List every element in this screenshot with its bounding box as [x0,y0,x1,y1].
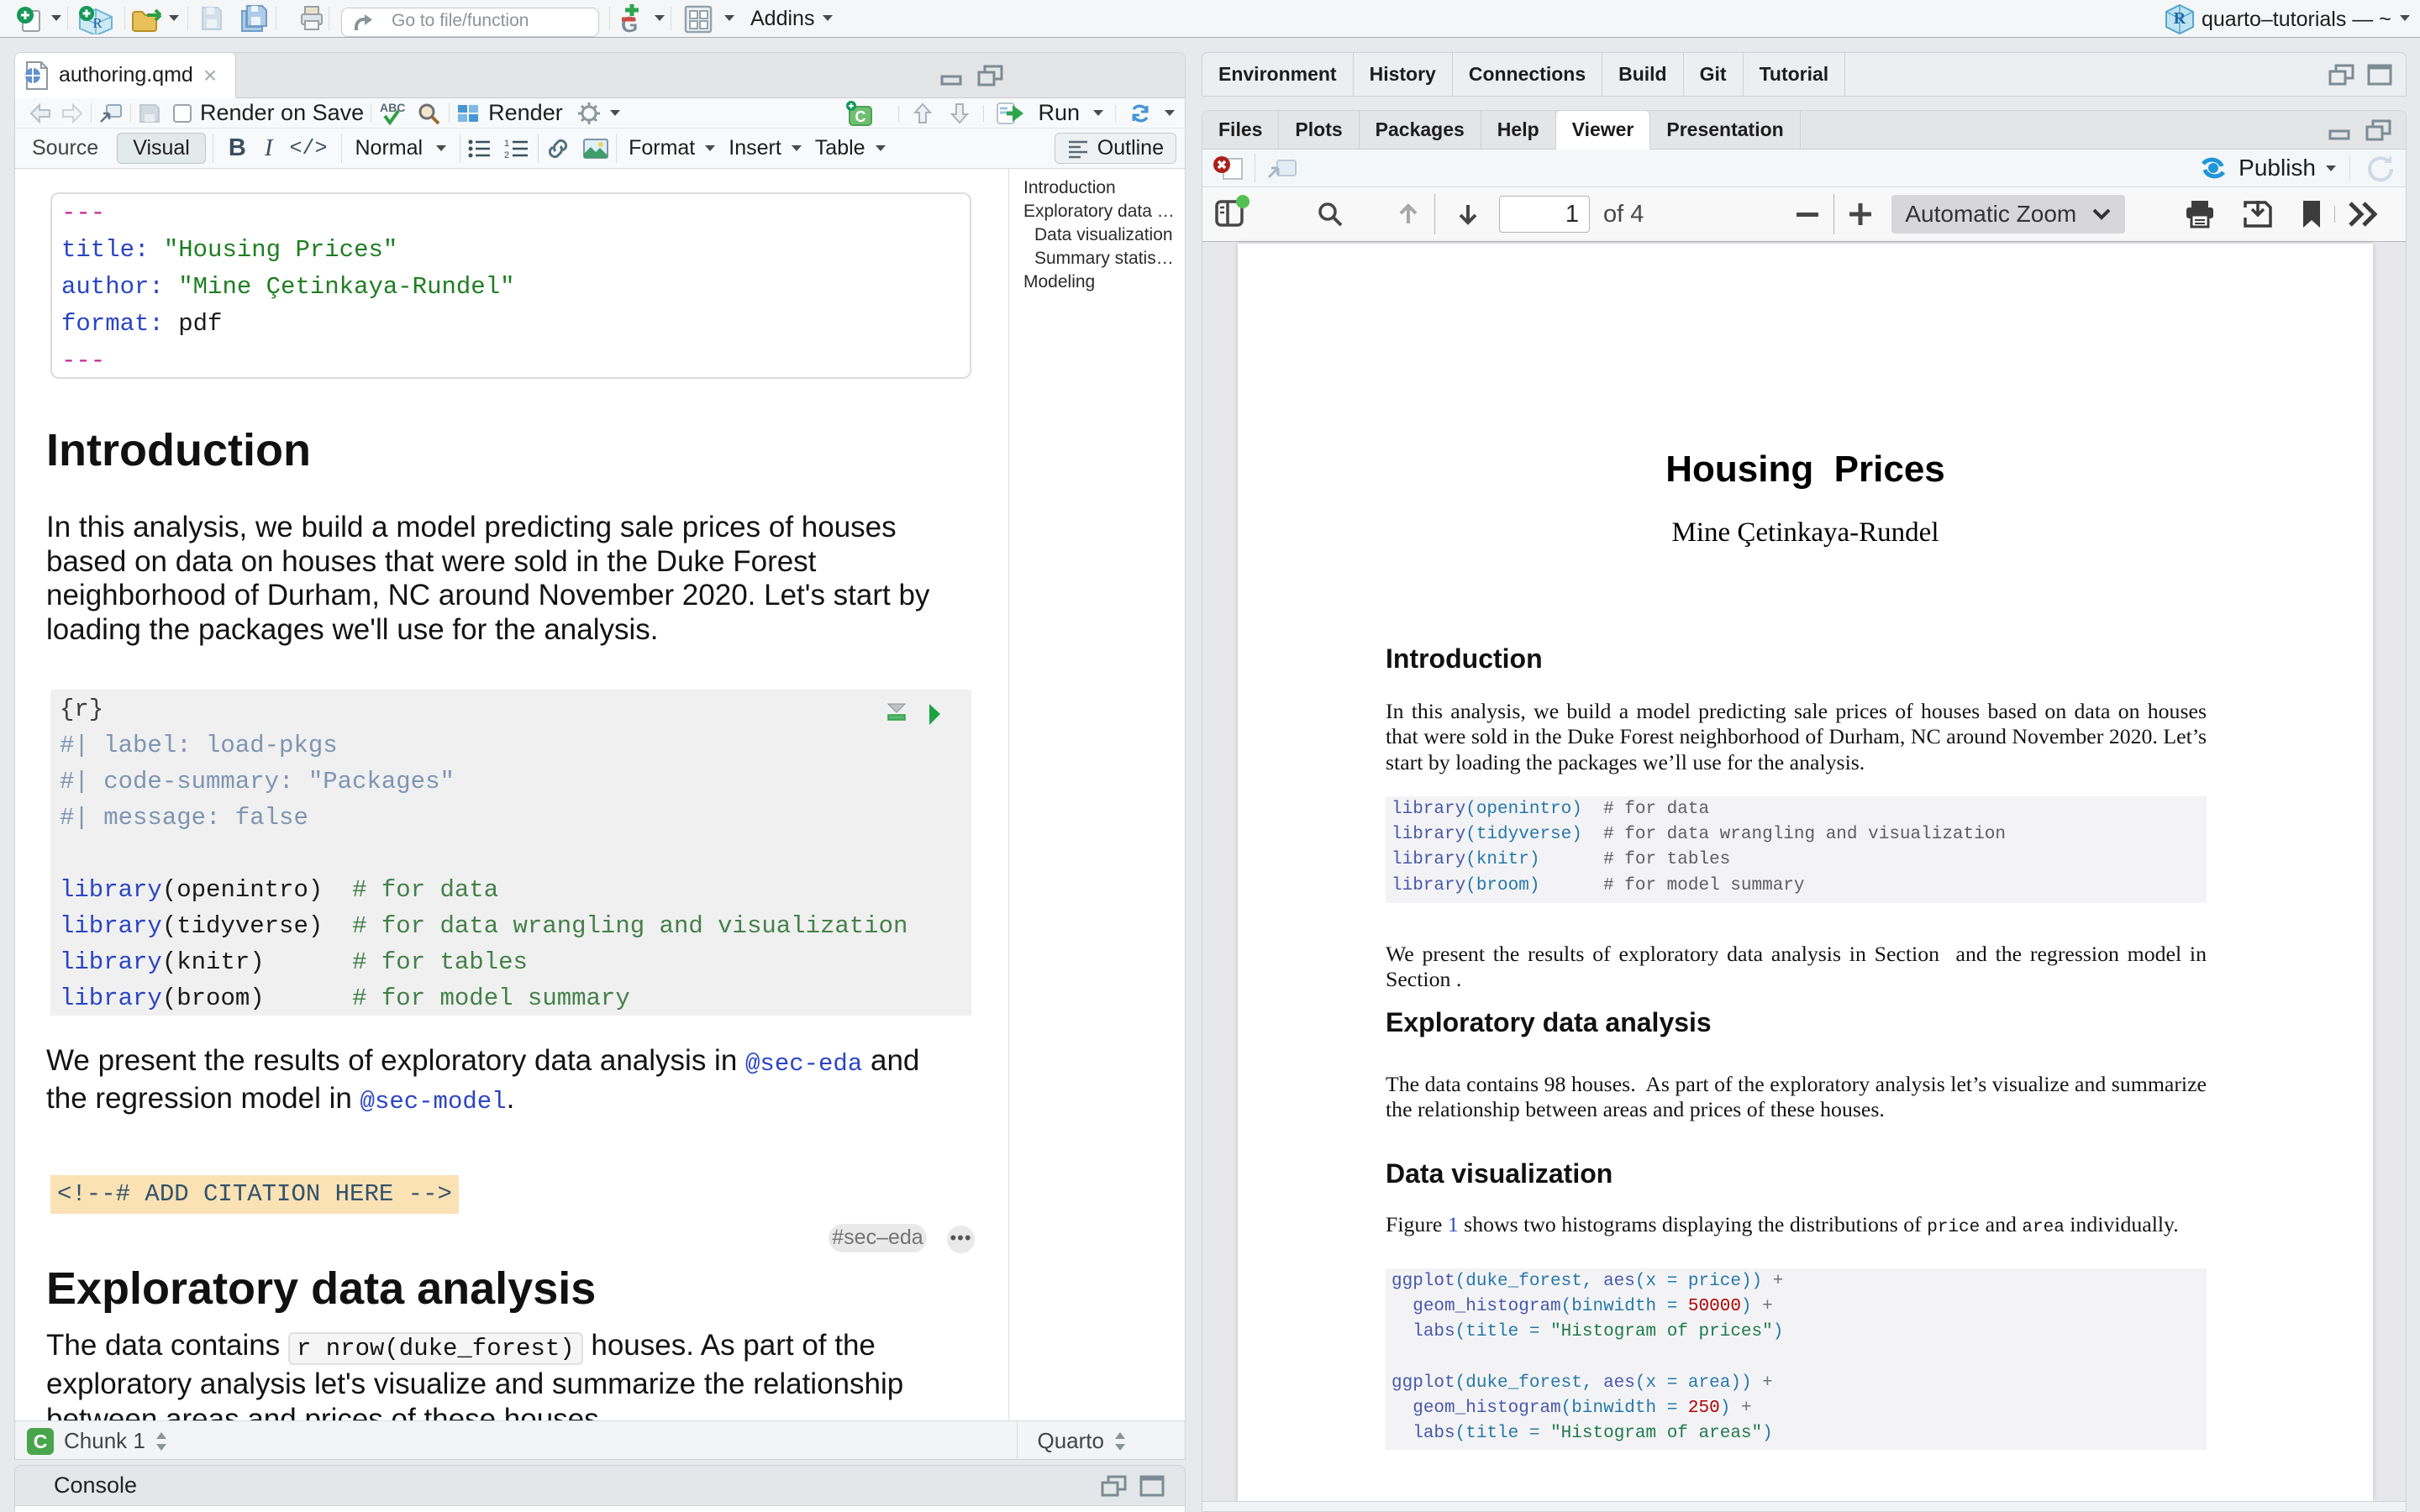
svg-text:ABC: ABC [380,101,405,114]
svg-text:R: R [2174,9,2186,28]
svg-text:R: R [92,15,103,31]
svg-text:1: 1 [504,139,509,149]
svg-text:G: G [621,12,638,35]
svg-text:C: C [855,108,866,125]
svg-text:2: 2 [504,150,509,160]
